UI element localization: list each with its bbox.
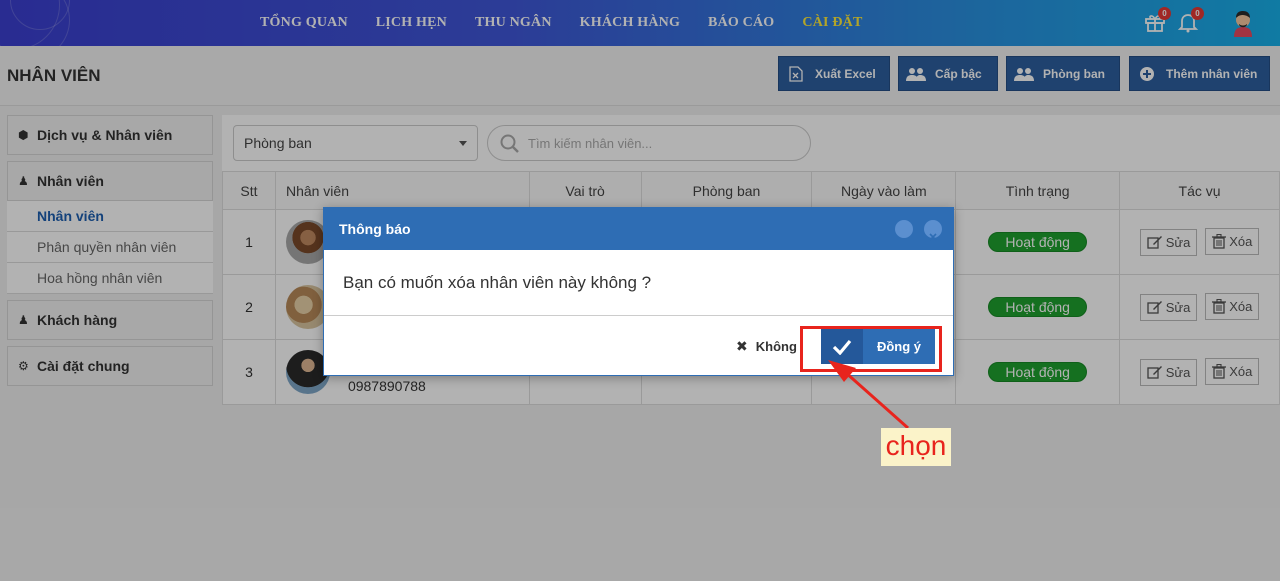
annotation-label: chọn <box>881 428 951 466</box>
annotation-arrow <box>828 360 909 430</box>
